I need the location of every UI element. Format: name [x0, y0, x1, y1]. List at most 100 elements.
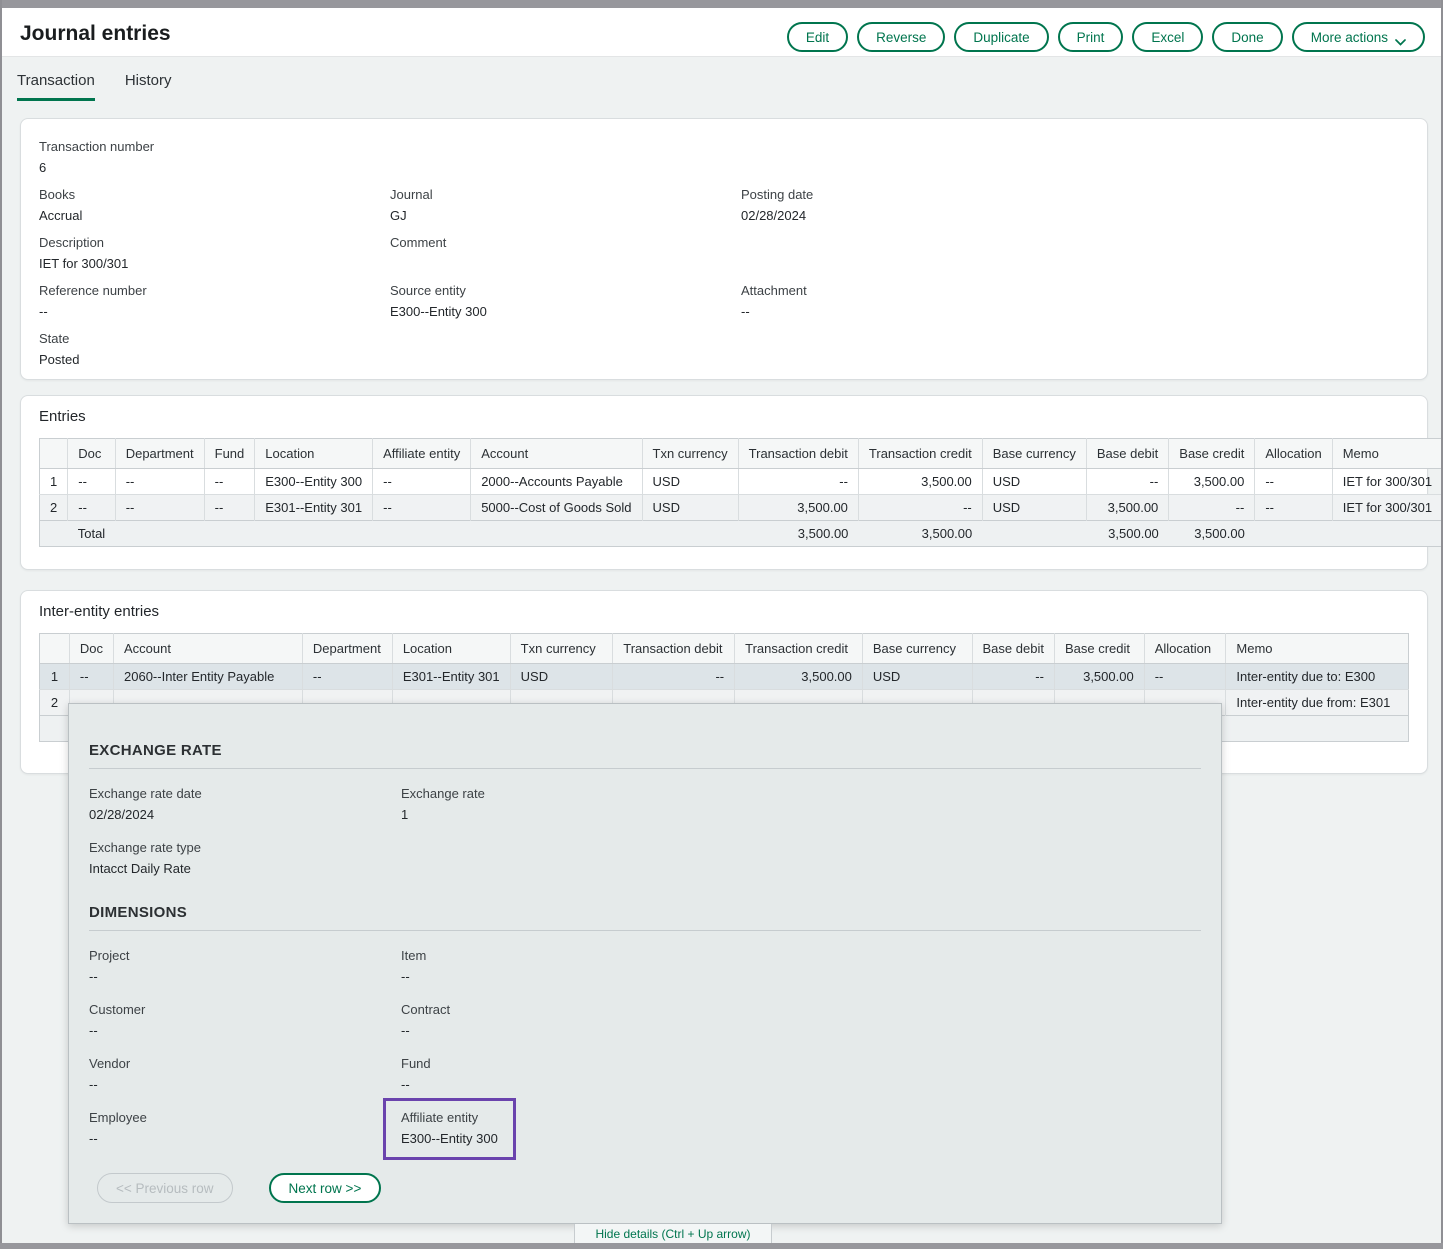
column-header: Memo — [1332, 439, 1442, 469]
table-cell — [471, 521, 642, 547]
table-cell: -- — [115, 469, 204, 495]
reverse-button[interactable]: Reverse — [857, 22, 945, 52]
column-header: Allocation — [1144, 634, 1226, 664]
tab-history[interactable]: History — [125, 72, 172, 101]
field-state: State Posted — [39, 331, 390, 369]
table-cell: 3,500.00 — [738, 495, 858, 521]
field-affiliate-entity: Affiliate entity E300--Entity 300 — [401, 1110, 1201, 1160]
table-total-row: Total3,500.003,500.003,500.003,500.00 — [40, 521, 1443, 547]
previous-row-button[interactable]: << Previous row — [97, 1173, 233, 1203]
column-header — [40, 634, 70, 664]
column-header: Txn currency — [642, 439, 738, 469]
table-cell: -- — [1144, 664, 1226, 690]
toolbar: Edit Reverse Duplicate Print Excel Done … — [787, 22, 1425, 52]
field-comment: Comment — [390, 235, 741, 273]
table-cell: -- — [738, 469, 858, 495]
field-project: Project -- — [89, 948, 401, 986]
table-cell — [1226, 716, 1409, 742]
more-actions-button[interactable]: More actions — [1292, 22, 1425, 52]
table-cell — [40, 716, 70, 742]
table-cell — [204, 521, 255, 547]
entries-card: Entries DocDepartmentFundLocationAffilia… — [20, 395, 1428, 570]
column-header: Transaction credit — [735, 634, 863, 664]
field-contract: Contract -- — [401, 1002, 1201, 1040]
table-cell: -- — [373, 469, 471, 495]
column-header: Doc — [68, 439, 115, 469]
table-cell: 1 — [40, 469, 68, 495]
table-cell: -- — [1086, 469, 1168, 495]
column-header: Location — [392, 634, 510, 664]
page-header: Journal entries Edit Reverse Duplicate P… — [2, 8, 1441, 57]
table-cell: E301--Entity 301 — [255, 495, 373, 521]
table-cell: -- — [68, 469, 115, 495]
field-vendor: Vendor -- — [89, 1056, 401, 1094]
field-journal: Journal GJ — [390, 187, 741, 225]
excel-button[interactable]: Excel — [1132, 22, 1203, 52]
column-header — [40, 439, 68, 469]
column-header: Txn currency — [510, 634, 613, 664]
next-row-button[interactable]: Next row >> — [269, 1173, 382, 1203]
field-customer: Customer -- — [89, 1002, 401, 1040]
row-navigation: << Previous row Next row >> — [97, 1173, 381, 1203]
table-cell — [982, 521, 1086, 547]
table-cell: -- — [204, 469, 255, 495]
table-cell: 3,500.00 — [1086, 521, 1168, 547]
entries-table: DocDepartmentFundLocationAffiliate entit… — [39, 438, 1443, 547]
column-header: Transaction debit — [613, 634, 735, 664]
field-transaction-number: Transaction number 6 — [39, 139, 390, 177]
table-header-row: DocDepartmentFundLocationAffiliate entit… — [40, 439, 1443, 469]
table-cell: USD — [982, 469, 1086, 495]
tab-transaction[interactable]: Transaction — [17, 72, 95, 101]
table-cell: -- — [858, 495, 982, 521]
table-cell: USD — [510, 664, 613, 690]
duplicate-button[interactable]: Duplicate — [954, 22, 1048, 52]
table-cell — [373, 521, 471, 547]
table-cell: -- — [613, 664, 735, 690]
table-cell: 3,500.00 — [1086, 495, 1168, 521]
column-header: Department — [302, 634, 392, 664]
print-button[interactable]: Print — [1058, 22, 1124, 52]
table-cell — [1332, 521, 1442, 547]
table-row[interactable]: 1------E300--Entity 300--2000--Accounts … — [40, 469, 1443, 495]
table-row[interactable]: 1--2060--Inter Entity Payable--E301--Ent… — [40, 664, 1409, 690]
field-attachment: Attachment -- — [741, 283, 1409, 321]
table-cell: -- — [115, 495, 204, 521]
field-exchange-rate-date: Exchange rate date 02/28/2024 — [89, 786, 401, 824]
table-cell: 2 — [40, 495, 68, 521]
field-employee: Employee -- — [89, 1110, 401, 1160]
column-header: Allocation — [1255, 439, 1332, 469]
dimensions-heading: DIMENSIONS — [89, 904, 1201, 931]
column-header: Base credit — [1054, 634, 1144, 664]
table-cell: Inter-entity due from: E301 — [1226, 690, 1409, 716]
field-fund: Fund -- — [401, 1056, 1201, 1094]
table-cell: USD — [642, 469, 738, 495]
table-cell: IET for 300/301 — [1332, 495, 1442, 521]
table-cell: USD — [862, 664, 972, 690]
transaction-summary-card: Transaction number 6 Books Accrual Journ… — [20, 118, 1428, 380]
done-button[interactable]: Done — [1212, 22, 1282, 52]
edit-button[interactable]: Edit — [787, 22, 848, 52]
inter-entity-section-title: Inter-entity entries — [39, 603, 1409, 620]
table-cell: E300--Entity 300 — [255, 469, 373, 495]
hide-details-tab[interactable]: Hide details (Ctrl + Up arrow) — [574, 1224, 772, 1245]
table-header-row: DocAccountDepartmentLocationTxn currency… — [40, 634, 1409, 664]
column-header: Base currency — [982, 439, 1086, 469]
column-header: Affiliate entity — [373, 439, 471, 469]
column-header: Transaction credit — [858, 439, 982, 469]
table-cell: -- — [68, 495, 115, 521]
field-exchange-rate-type: Exchange rate type Intacct Daily Rate — [89, 840, 401, 878]
column-header: Fund — [204, 439, 255, 469]
table-cell: USD — [982, 495, 1086, 521]
table-cell: 2000--Accounts Payable — [471, 469, 642, 495]
table-cell: 2060--Inter Entity Payable — [114, 664, 303, 690]
table-cell: Total — [68, 521, 115, 547]
table-cell: -- — [1255, 495, 1332, 521]
table-row[interactable]: 2------E301--Entity 301--5000--Cost of G… — [40, 495, 1443, 521]
table-cell: -- — [373, 495, 471, 521]
table-cell: USD — [642, 495, 738, 521]
table-cell — [1255, 521, 1332, 547]
table-cell: 3,500.00 — [735, 664, 863, 690]
table-cell — [642, 521, 738, 547]
field-item: Item -- — [401, 948, 1201, 986]
table-cell: -- — [1255, 469, 1332, 495]
